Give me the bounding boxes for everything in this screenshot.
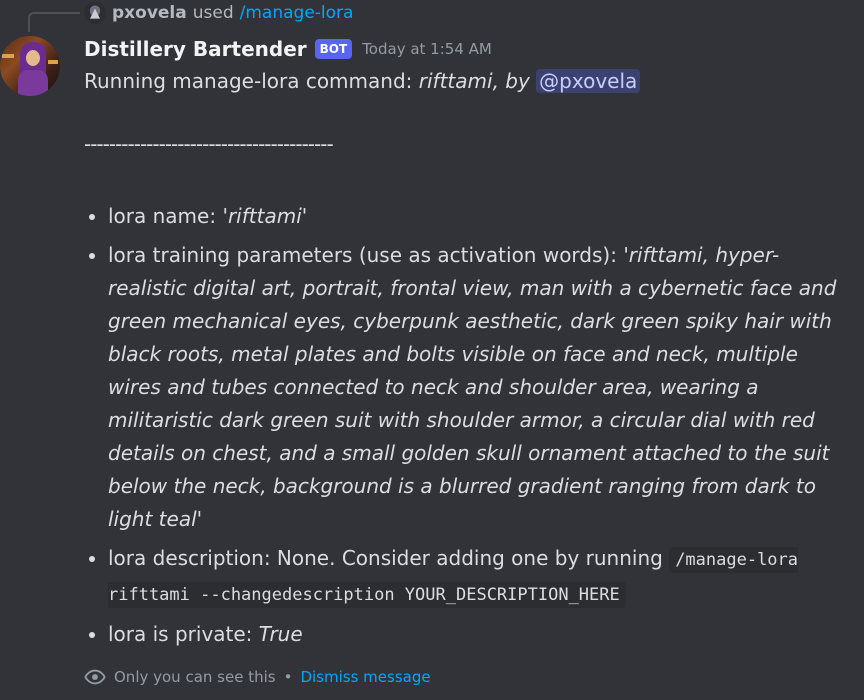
reply-connector	[28, 12, 80, 32]
lora-description-label: lora description: None. Consider adding …	[108, 546, 670, 570]
lora-private-label: lora is private:	[108, 622, 259, 646]
bot-avatar[interactable]	[0, 36, 60, 96]
avatar-detail	[2, 54, 14, 58]
lora-name-label: lora name:	[108, 204, 223, 228]
avatar-detail	[26, 50, 40, 66]
dragon-avatar-icon[interactable]: ▲	[84, 2, 106, 24]
reply-command-link[interactable]: /manage-lora	[240, 3, 354, 23]
eye-icon	[84, 669, 106, 685]
avatar-detail	[18, 70, 48, 96]
lora-info-list: lora name: 'rifttami' lora training para…	[84, 200, 848, 657]
dismiss-message-link[interactable]: Dismiss message	[300, 668, 430, 686]
lora-params-value: 'rifttami, hyper-realistic digital art, …	[108, 243, 837, 531]
list-item-private: lora is private: True	[108, 618, 848, 651]
intro-by: , by	[492, 69, 537, 93]
message-intro: Running manage-lora command: rifttami, b…	[84, 67, 641, 95]
message-header: Distillery Bartender BOT Today at 1:54 A…	[84, 35, 492, 63]
bot-badge: BOT	[314, 39, 353, 59]
bot-username[interactable]: Distillery Bartender	[84, 37, 307, 61]
avatar-detail	[48, 60, 58, 64]
list-item-description: lora description: None. Consider adding …	[108, 542, 848, 612]
ephemeral-footer: Only you can see this • Dismiss message	[84, 664, 431, 690]
intro-prefix: Running manage-lora command:	[84, 69, 419, 93]
separator-line: ----------------------------------------	[84, 132, 334, 156]
only-you-text: Only you can see this	[114, 668, 276, 686]
message-timestamp[interactable]: Today at 1:54 AM	[362, 40, 492, 58]
lora-params-label: lora training parameters (use as activat…	[108, 243, 624, 267]
reply-username[interactable]: pxovela	[112, 3, 187, 23]
intro-lora-name: rifttami	[418, 69, 493, 93]
lora-name-value: 'rifttami'	[222, 204, 308, 228]
footer-bullet: •	[283, 668, 293, 686]
lora-private-value: True	[258, 622, 303, 646]
list-item-params: lora training parameters (use as activat…	[108, 239, 848, 536]
reply-used-text: used	[192, 3, 234, 23]
list-item-name: lora name: 'rifttami'	[108, 200, 848, 233]
reply-context[interactable]: ▲ pxovela used /manage-lora	[84, 2, 353, 24]
user-mention[interactable]: @pxovela	[536, 69, 641, 93]
